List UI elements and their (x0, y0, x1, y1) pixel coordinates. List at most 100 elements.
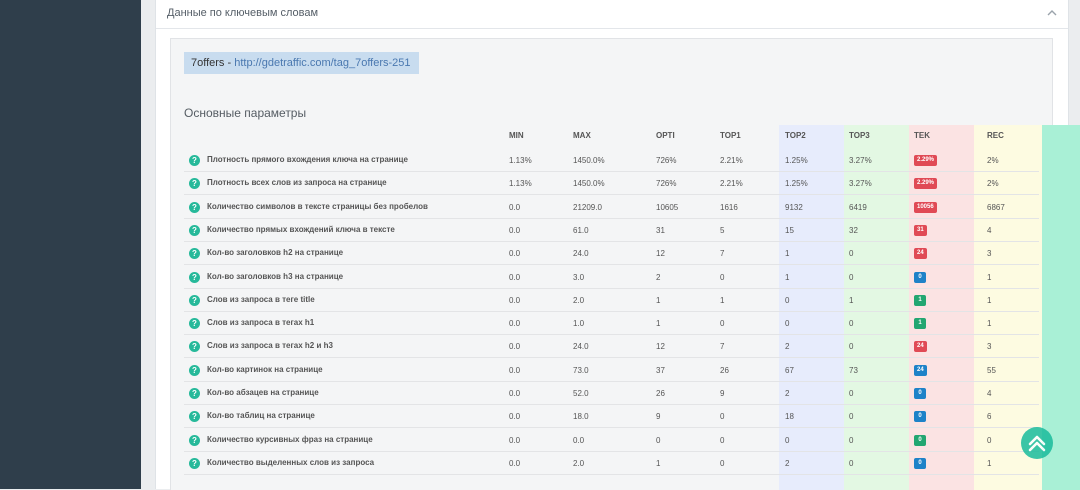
cell-rec: 6867 (987, 202, 1005, 212)
help-icon[interactable]: ? (189, 294, 200, 306)
cell-min: 0.0 (509, 412, 521, 422)
cell-top1: 9 (720, 389, 725, 398)
help-icon[interactable]: ? (189, 457, 200, 469)
tek-badge: 31 (914, 224, 927, 236)
table-row: ? Кол-во заголовков h3 на странице 0.0 3.0 2… (184, 266, 1039, 289)
cell-opti: 31 (656, 225, 665, 235)
cell-top2: 0 (785, 435, 790, 445)
cell-top3: 0 (849, 342, 854, 352)
cell-max: 24.0 (573, 342, 589, 352)
tek-badge: 2.29% (914, 178, 938, 190)
cell-opti: 1 (656, 319, 661, 329)
cell-opti: 1 (656, 295, 661, 305)
table-row: ? Кол-во абзацев на странице 0.0 52.0 26 9 2 0 4… (184, 382, 1039, 405)
cell-min: 1.13% (509, 179, 532, 189)
help-icon[interactable]: ? (189, 155, 200, 166)
cell-top1: 1616 (720, 202, 738, 212)
keyword-data-panel: Данные по ключевым словам 7offers - http… (155, 0, 1080, 490)
cell-top3: 0 (849, 272, 854, 282)
cell-opti: 10605 (656, 202, 679, 212)
cell-opti: 26 (656, 389, 665, 398)
cell-rec: 1 (987, 319, 992, 329)
help-icon[interactable]: ? (189, 271, 200, 283)
help-icon[interactable]: ? (189, 224, 200, 236)
cell-max: 2.0 (573, 458, 585, 468)
chevron-up-icon[interactable] (1046, 9, 1058, 17)
cell-top2: 1.25% (785, 156, 808, 165)
cell-max: 21209.0 (573, 202, 602, 212)
cell-top2: 9132 (785, 202, 803, 212)
keyword-report: 7offers - http://gdetraffic.com/tag_7off… (170, 38, 1080, 490)
cell-top1: 7 (720, 249, 725, 259)
row-label: Кол-во заголовков h2 на странице (207, 248, 344, 258)
help-icon[interactable]: ? (189, 318, 200, 330)
panel-header: Данные по ключевым словам (156, 0, 1068, 29)
cell-top1: 26 (720, 365, 729, 375)
header-top1: TOP1 (720, 131, 741, 140)
cell-opti: 1 (656, 458, 661, 468)
help-icon[interactable]: ? (189, 248, 200, 260)
cell-top2: 15 (785, 225, 794, 235)
row-label: Плотность всех слов из запроса на страни… (207, 178, 387, 188)
cell-min: 0.0 (509, 202, 521, 212)
table-row: ? Кол-во заголовков h2 на странице 0.0 24.0… (184, 242, 1039, 266)
cell-top1: 2.21% (720, 156, 743, 165)
cell-max: 24.0 (573, 249, 589, 259)
cell-min: 0.0 (509, 458, 521, 468)
cell-max: 1450.0% (573, 156, 605, 165)
cell-top1: 2.21% (720, 179, 743, 189)
help-icon[interactable]: ? (189, 178, 200, 190)
header-rec: REC (987, 131, 1004, 140)
cell-rec: 55 (987, 365, 996, 375)
cell-top2: 2 (785, 458, 790, 468)
help-icon[interactable]: ? (189, 201, 200, 213)
header-top2: TOP2 (785, 131, 806, 140)
help-icon[interactable]: ? (189, 411, 200, 423)
header-min: MIN (509, 131, 524, 140)
row-divider (184, 473, 1039, 475)
tek-badge: 1 (914, 318, 926, 330)
cell-top2: 2 (785, 342, 790, 352)
row-label: Кол-во абзацев на странице (207, 388, 319, 397)
cell-min: 0.0 (509, 365, 521, 375)
help-icon[interactable]: ? (189, 434, 200, 446)
table-row: ? Кол-во картинок на странице 0.0 73.0 37 26 6… (184, 359, 1039, 382)
row-label: Плотность прямого вхождения ключа на стр… (207, 155, 408, 164)
cell-top3: 0 (849, 458, 854, 468)
cell-opti: 2 (656, 272, 661, 282)
cell-max: 52.0 (573, 389, 589, 398)
cell-max: 3.0 (573, 272, 585, 282)
tek-badge: 2.29% (914, 155, 938, 166)
cell-top3: 32 (849, 225, 858, 235)
cell-min: 0.0 (509, 319, 521, 329)
cell-opti: 12 (656, 249, 665, 259)
cell-top2: 1.25% (785, 179, 808, 189)
table-row: ? Плотность всех слов из запроса на стран… (184, 172, 1039, 196)
tek-badge: 0 (914, 411, 926, 423)
cell-rec: 2% (987, 179, 999, 189)
cell-min: 0.0 (509, 249, 521, 259)
cell-top3: 0 (849, 249, 854, 259)
cell-min: 0.0 (509, 295, 521, 305)
row-label: Кол-во картинок на странице (207, 364, 323, 374)
cell-top3: 73 (849, 365, 858, 375)
table-row: ? Количество прямых вхождений ключа в тек… (184, 219, 1039, 242)
site-url-link[interactable]: http://gdetraffic.com/tag_7offers-251 (234, 57, 410, 69)
row-label: Слов из запроса в теге title (207, 294, 315, 304)
scroll-to-top-button[interactable] (1021, 427, 1053, 459)
cell-top2: 1 (785, 249, 790, 259)
section-title: Основные параметры (184, 106, 307, 120)
tek-badge: 1 (914, 294, 926, 306)
cell-top1: 0 (720, 458, 725, 468)
cell-top3: 6419 (849, 202, 867, 212)
header-max: MAX (573, 131, 591, 140)
help-icon[interactable]: ? (189, 364, 200, 376)
help-icon[interactable]: ? (189, 388, 200, 399)
tek-badge: 10056 (914, 201, 937, 213)
row-label: Кол-во таблиц на странице (207, 411, 315, 421)
cell-min: 0.0 (509, 225, 521, 235)
help-icon[interactable]: ? (189, 341, 200, 353)
row-label: Количество курсивных фраз на странице (207, 434, 373, 444)
cell-rec: 3 (987, 342, 992, 352)
cell-top3: 0 (849, 389, 854, 398)
